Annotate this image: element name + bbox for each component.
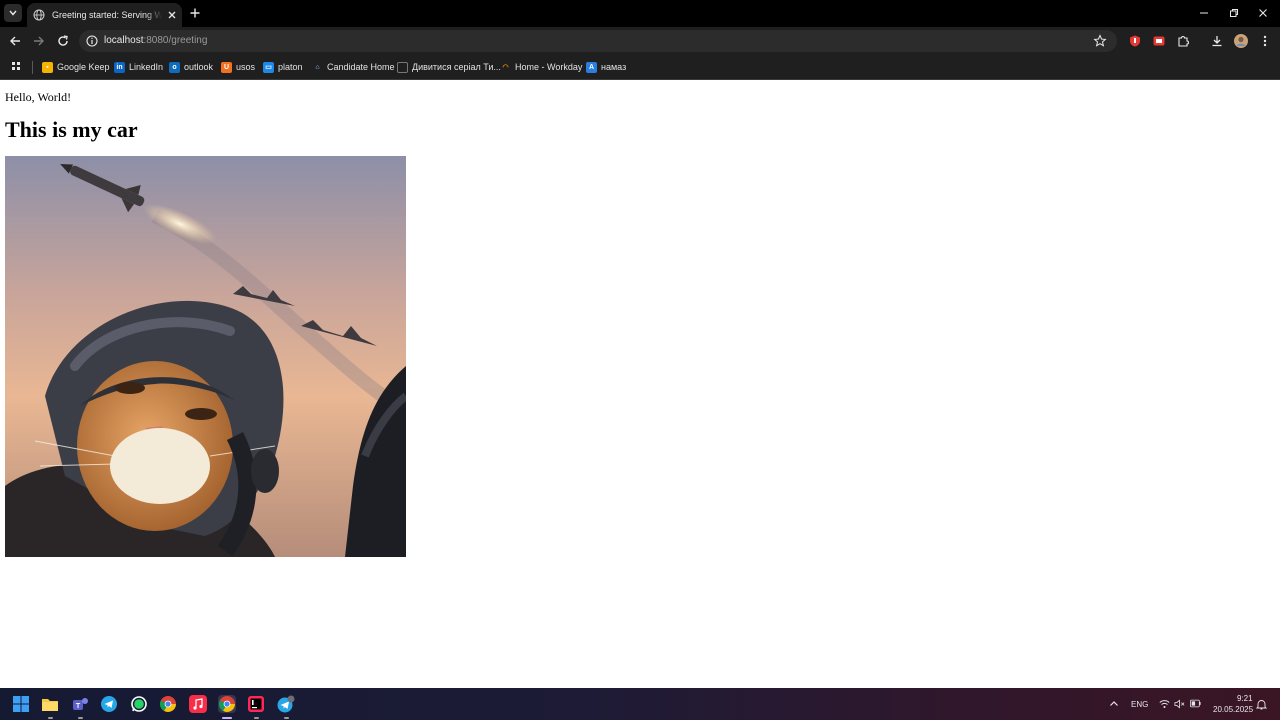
clock-time[interactable]: 9:21 xyxy=(1237,694,1253,703)
extension-red-button[interactable] xyxy=(1128,34,1142,48)
usos-icon: U xyxy=(221,61,232,73)
avatar-icon xyxy=(1234,34,1248,48)
language-indicator[interactable]: ENG xyxy=(1131,700,1148,709)
download-icon xyxy=(1212,36,1222,47)
bookmark-outlook[interactable]: o outlook xyxy=(169,60,213,74)
reload-icon xyxy=(58,35,68,46)
bookmark-google-keep[interactable]: ▪ Google Keep xyxy=(42,60,110,74)
windows-start-icon[interactable] xyxy=(12,695,30,713)
running-indicator xyxy=(48,717,53,719)
minimize-button[interactable] xyxy=(1197,6,1211,20)
chrome-active-icon[interactable] xyxy=(218,695,236,713)
running-indicator xyxy=(284,717,289,719)
restore-button[interactable] xyxy=(1227,6,1241,20)
film-icon xyxy=(397,61,408,73)
video-extension-icon xyxy=(1153,36,1165,46)
running-indicator xyxy=(254,717,259,719)
bookmark-star-icon[interactable] xyxy=(1093,34,1107,48)
restore-icon xyxy=(1230,9,1238,17)
whatsapp-icon[interactable] xyxy=(130,695,148,713)
windows-taskbar: T ENG 9:21 20.05.2025 xyxy=(0,688,1280,720)
bookmark-namaz[interactable]: A намаз xyxy=(586,60,626,74)
bookmark-label: Дивитися серіал Ти... xyxy=(412,62,501,72)
bookmark-label: usos xyxy=(236,62,256,72)
file-explorer-icon[interactable] xyxy=(41,695,59,713)
url-path: :8080/greeting xyxy=(143,35,208,46)
cat-pilot-image xyxy=(5,156,406,557)
url-text: localhost:8080/greeting xyxy=(104,35,207,46)
globe-icon xyxy=(33,9,45,21)
chevron-down-icon xyxy=(9,10,17,16)
svg-text:T: T xyxy=(76,703,81,710)
tab-title: Greeting started: Serving Web Content xyxy=(52,10,162,20)
candidate-home-icon: ⌂ xyxy=(315,63,320,71)
clock-date[interactable]: 20.05.2025 xyxy=(1213,705,1253,714)
puzzle-icon xyxy=(1178,36,1189,47)
arrow-right-icon xyxy=(34,36,44,46)
wifi-icon[interactable] xyxy=(1159,699,1170,710)
arrow-left-icon xyxy=(10,36,20,46)
kebab-menu-icon xyxy=(1263,35,1267,47)
new-tab-button[interactable] xyxy=(188,6,202,20)
bookmark-label: LinkedIn xyxy=(129,62,164,72)
chrome-icon[interactable] xyxy=(159,695,177,713)
bookmark-label: Google Keep xyxy=(57,62,110,72)
intellij-icon[interactable] xyxy=(247,695,265,713)
bookmark-workday[interactable]: ◠ Home - Workday xyxy=(500,60,582,74)
bookmark-linkedin[interactable]: in LinkedIn xyxy=(114,60,163,74)
telegram-icon[interactable] xyxy=(100,695,118,713)
bookmark-platon[interactable]: ▭ platon xyxy=(263,60,303,74)
platon-icon: ▭ xyxy=(263,61,274,73)
bookmark-label: platon xyxy=(278,62,303,72)
url-host: localhost xyxy=(104,35,144,46)
extensions-button[interactable] xyxy=(1176,34,1190,48)
workday-icon: ◠ xyxy=(502,64,509,71)
extension-youtube-button[interactable] xyxy=(1152,34,1166,48)
telegram-badge-icon[interactable] xyxy=(277,695,295,713)
bookmark-label: outlook xyxy=(184,62,214,72)
close-icon xyxy=(1259,9,1267,17)
close-window-button[interactable] xyxy=(1256,6,1270,20)
plus-icon xyxy=(190,8,200,18)
close-tab-icon[interactable] xyxy=(166,9,178,21)
tab-search-button[interactable] xyxy=(4,4,22,22)
downloads-button[interactable] xyxy=(1210,34,1224,48)
teams-icon[interactable]: T xyxy=(71,695,89,713)
apple-music-icon[interactable] xyxy=(189,695,207,713)
shield-extension-icon xyxy=(1130,35,1140,47)
namaz-icon: A xyxy=(586,61,597,73)
bookmark-label: Candidate Home xyxy=(327,62,395,72)
reload-button[interactable] xyxy=(56,34,70,48)
outlook-icon: o xyxy=(169,61,180,73)
browser-menu-button[interactable] xyxy=(1258,34,1272,48)
site-info-icon[interactable] xyxy=(86,35,98,47)
page-content: Hello, World! This is my car xyxy=(0,80,1280,688)
greeting-text: Hello, World! xyxy=(5,90,72,104)
tab-strip: Greeting started: Serving Web Content xyxy=(0,0,1280,27)
bookmark-label: намаз xyxy=(601,62,627,72)
bookmarks-divider xyxy=(32,61,33,74)
bookmark-label: Home - Workday xyxy=(515,62,583,72)
notification-bell-icon[interactable] xyxy=(1256,699,1267,710)
bookmarks-bar: ▪ Google Keep in LinkedIn o outlook U us… xyxy=(0,55,1280,80)
page-heading: This is my car xyxy=(5,117,138,142)
forward-button[interactable] xyxy=(32,34,46,48)
apps-grid-icon[interactable] xyxy=(11,61,23,73)
active-indicator xyxy=(222,717,232,719)
volume-muted-icon[interactable] xyxy=(1174,699,1185,710)
running-indicator xyxy=(78,717,83,719)
address-bar[interactable]: localhost:8080/greeting xyxy=(79,30,1117,52)
chevron-up-icon[interactable] xyxy=(1109,699,1120,710)
google-keep-icon: ▪ xyxy=(42,61,53,73)
browser-toolbar: localhost:8080/greeting xyxy=(0,27,1280,55)
bookmark-serial[interactable]: Дивитися серіал Ти... xyxy=(397,60,501,74)
bookmark-candidate-home[interactable]: ⌂ Candidate Home xyxy=(312,60,395,74)
linkedin-icon: in xyxy=(114,61,125,73)
profile-avatar[interactable] xyxy=(1234,34,1248,48)
minimize-icon xyxy=(1200,12,1208,14)
back-button[interactable] xyxy=(8,34,22,48)
battery-icon[interactable] xyxy=(1190,699,1201,710)
bookmark-usos[interactable]: U usos xyxy=(221,60,255,74)
tab-active[interactable]: Greeting started: Serving Web Content xyxy=(27,3,182,27)
